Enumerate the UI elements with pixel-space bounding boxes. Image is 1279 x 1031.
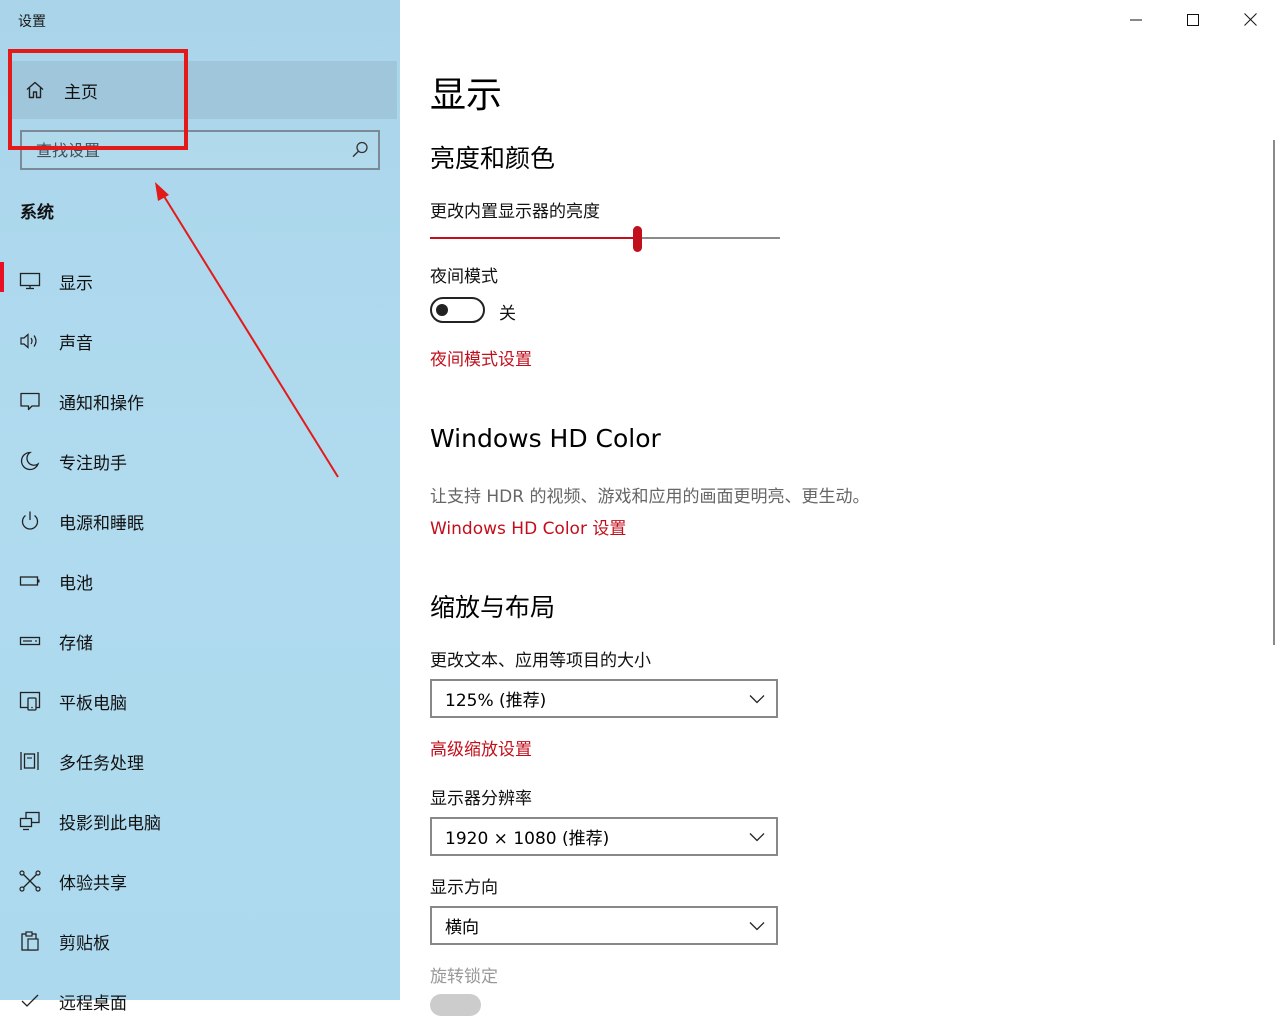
rotation-lock-toggle[interactable] bbox=[430, 994, 481, 1016]
sidebar-item-display[interactable]: 显示 bbox=[0, 251, 400, 311]
notification-icon bbox=[18, 389, 42, 413]
section-heading-system: 系统 bbox=[20, 203, 54, 223]
sidebar-item-project-to-pc[interactable]: 投影到此电脑 bbox=[0, 791, 400, 851]
chevron-down-icon bbox=[749, 829, 765, 845]
sidebar: 设置 主页 系统 显示 声音 通知和操作 专注助手 bbox=[0, 0, 400, 1014]
sidebar-item-label: 存储 bbox=[59, 633, 93, 654]
brightness-slider[interactable] bbox=[430, 225, 780, 253]
dropdown-value: 1920 × 1080 (推荐) bbox=[445, 829, 610, 849]
sidebar-item-label: 专注助手 bbox=[59, 453, 127, 474]
sidebar-item-label: 投影到此电脑 bbox=[59, 813, 161, 834]
section-heading-scale-layout: 缩放与布局 bbox=[430, 593, 556, 622]
slider-thumb[interactable] bbox=[633, 226, 642, 252]
app-title: 设置 bbox=[18, 14, 46, 30]
hd-color-description: 让支持 HDR 的视频、游戏和应用的画面更明亮、更生动。 bbox=[430, 487, 870, 507]
sidebar-item-sound[interactable]: 声音 bbox=[0, 311, 400, 371]
home-button[interactable]: 主页 bbox=[12, 61, 397, 119]
text-size-dropdown[interactable]: 125% (推荐) bbox=[430, 679, 778, 718]
night-mode-state: 关 bbox=[499, 304, 516, 324]
toggle-knob bbox=[436, 304, 448, 316]
sidebar-item-clipboard[interactable]: 剪贴板 bbox=[0, 911, 400, 971]
tablet-icon bbox=[18, 689, 42, 713]
sidebar-item-label: 平板电脑 bbox=[59, 693, 127, 714]
slider-fill bbox=[430, 237, 637, 239]
sidebar-item-tablet[interactable]: 平板电脑 bbox=[0, 671, 400, 731]
sidebar-item-label: 显示 bbox=[59, 273, 93, 294]
sidebar-item-label: 声音 bbox=[59, 333, 93, 354]
sidebar-item-label: 体验共享 bbox=[59, 873, 127, 894]
sidebar-item-label: 电池 bbox=[59, 573, 93, 594]
multitask-icon bbox=[18, 749, 42, 773]
sidebar-item-focus-assist[interactable]: 专注助手 bbox=[0, 431, 400, 491]
section-heading-hd-color: Windows HD Color bbox=[430, 424, 661, 453]
share-icon bbox=[18, 869, 42, 893]
home-icon bbox=[23, 78, 47, 102]
night-mode-label: 夜间模式 bbox=[430, 267, 498, 287]
night-mode-settings-link[interactable]: 夜间模式设置 bbox=[430, 345, 532, 370]
scrollbar[interactable] bbox=[1273, 140, 1275, 645]
chevron-down-icon bbox=[749, 691, 765, 707]
sidebar-item-shared-experiences[interactable]: 体验共享 bbox=[0, 851, 400, 911]
sidebar-item-label: 多任务处理 bbox=[59, 753, 144, 774]
sidebar-item-notifications[interactable]: 通知和操作 bbox=[0, 371, 400, 431]
advanced-scaling-link[interactable]: 高级缩放设置 bbox=[430, 735, 532, 760]
chevron-down-icon bbox=[749, 918, 765, 934]
speaker-icon bbox=[18, 329, 42, 353]
sidebar-item-multitasking[interactable]: 多任务处理 bbox=[0, 731, 400, 791]
night-mode-toggle[interactable] bbox=[430, 297, 485, 323]
sidebar-item-storage[interactable]: 存储 bbox=[0, 611, 400, 671]
dropdown-value: 125% (推荐) bbox=[445, 691, 547, 711]
monitor-icon bbox=[18, 269, 42, 293]
orientation-label: 显示方向 bbox=[430, 878, 498, 898]
orientation-dropdown[interactable]: 横向 bbox=[430, 906, 778, 945]
dropdown-value: 横向 bbox=[445, 918, 479, 938]
resolution-dropdown[interactable]: 1920 × 1080 (推荐) bbox=[430, 817, 778, 856]
home-label: 主页 bbox=[64, 82, 98, 103]
remote-desktop-icon bbox=[18, 989, 42, 1013]
power-icon bbox=[18, 509, 42, 533]
page-title: 显示 bbox=[430, 75, 503, 116]
battery-icon bbox=[18, 569, 42, 593]
hd-color-settings-link[interactable]: Windows HD Color 设置 bbox=[430, 514, 626, 539]
sidebar-item-label: 通知和操作 bbox=[59, 393, 144, 414]
text-size-label: 更改文本、应用等项目的大小 bbox=[430, 651, 651, 671]
resolution-label: 显示器分辨率 bbox=[430, 789, 532, 809]
search-input[interactable] bbox=[36, 136, 336, 164]
moon-icon bbox=[18, 449, 42, 473]
project-icon bbox=[18, 809, 42, 833]
sidebar-item-battery[interactable]: 电池 bbox=[0, 551, 400, 611]
section-heading-brightness: 亮度和颜色 bbox=[430, 144, 556, 173]
sidebar-item-remote-desktop[interactable]: 远程桌面 bbox=[0, 971, 400, 1031]
storage-icon bbox=[18, 629, 42, 653]
brightness-label: 更改内置显示器的亮度 bbox=[430, 202, 600, 222]
sidebar-item-label: 电源和睡眠 bbox=[59, 513, 144, 534]
search-icon[interactable] bbox=[350, 140, 370, 160]
sidebar-item-label: 远程桌面 bbox=[59, 993, 127, 1014]
main-content: 显示 亮度和颜色 更改内置显示器的亮度 夜间模式 关 夜间模式设置 Window… bbox=[400, 0, 1279, 1016]
search-box[interactable] bbox=[20, 130, 380, 170]
sidebar-item-label: 剪贴板 bbox=[59, 933, 110, 954]
clipboard-icon bbox=[18, 929, 42, 953]
rotation-lock-label: 旋转锁定 bbox=[430, 967, 498, 987]
sidebar-item-power-sleep[interactable]: 电源和睡眠 bbox=[0, 491, 400, 551]
